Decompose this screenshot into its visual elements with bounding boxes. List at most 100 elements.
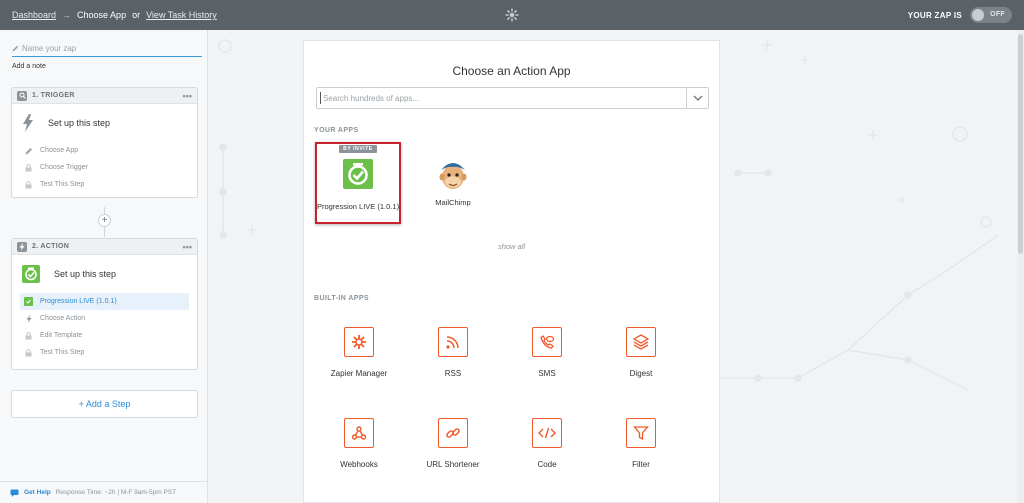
view-task-history-link[interactable]: View Task History: [146, 10, 217, 20]
digest-icon: [626, 327, 656, 357]
add-step-button[interactable]: + Add a Step: [11, 390, 198, 418]
builtin-label: Webhooks: [340, 460, 378, 469]
builtin-tile-code[interactable]: Code: [507, 418, 587, 478]
builtin-tile-sms[interactable]: SMS: [507, 327, 587, 387]
lightning-icon: [23, 114, 33, 132]
lock-icon: [24, 180, 33, 189]
help-bar: Get Help Response Time: ~2h | M-F 9am-5p…: [0, 481, 208, 503]
builtin-label: URL Shortener: [426, 460, 480, 469]
mailchimp-icon: [437, 158, 469, 190]
trigger-setup-label: Set up this step: [48, 118, 111, 128]
builtin-label: RSS: [444, 369, 462, 378]
your-apps-label: YOUR APPS: [314, 127, 359, 134]
trigger-step-card: 1. TRIGGER ••• Set up this step Choose A…: [11, 87, 198, 198]
action-step-header[interactable]: 2. ACTION •••: [12, 239, 197, 255]
breadcrumb-arrow: →: [62, 10, 72, 20]
sms-icon: [532, 327, 562, 357]
chat-icon: [10, 489, 19, 497]
top-bar: Dashboard → Choose App or View Task Hist…: [0, 0, 1024, 30]
lightning-small-icon: [24, 314, 33, 323]
action-step-card: 2. ACTION ••• Set up this step Progressi…: [11, 238, 198, 370]
panel-title: Choose an Action App: [452, 64, 571, 78]
toggle-knob: [972, 9, 984, 21]
zap-name-placeholder: Name your zap: [22, 44, 77, 53]
url-shortener-icon: [438, 418, 468, 448]
progression-app-icon: [22, 265, 40, 283]
pencil-icon: [12, 45, 19, 52]
trigger-choose-trigger[interactable]: Choose Trigger: [12, 159, 197, 176]
search-dropdown-button[interactable]: [686, 88, 708, 108]
builtin-label: Digest: [629, 369, 653, 378]
trigger-test-step[interactable]: Test This Step: [12, 176, 197, 193]
builtin-tile-webhooks[interactable]: Webhooks: [319, 418, 399, 478]
trigger-row-label: Test This Step: [40, 181, 85, 188]
trigger-row-label: Choose Trigger: [40, 164, 88, 171]
gear-icon: [505, 8, 519, 22]
action-edit-template[interactable]: Edit Template: [12, 327, 197, 344]
builtin-label: Zapier Manager: [330, 369, 388, 378]
action-test-step[interactable]: Test This Step: [12, 344, 197, 361]
lock-icon: [24, 348, 33, 357]
trigger-more-icon[interactable]: •••: [183, 91, 192, 101]
lock-icon: [24, 331, 33, 340]
trigger-badge-icon: [17, 90, 27, 101]
progression-check-icon: [342, 158, 374, 190]
breadcrumb: Dashboard → Choose App or View Task Hist…: [12, 10, 217, 20]
trigger-choose-app[interactable]: Choose App: [12, 142, 197, 159]
builtin-tile-digest[interactable]: Digest: [601, 327, 681, 387]
scrollbar-thumb[interactable]: [1018, 34, 1023, 254]
show-all-link[interactable]: show all: [304, 242, 719, 251]
response-time-text: Response Time: ~2h | M-F 9am-5pm PST: [55, 489, 177, 496]
trigger-step-title: 1. TRIGGER: [32, 92, 75, 99]
zap-status-label: YOUR ZAP IS: [907, 10, 962, 20]
action-badge-icon: [17, 241, 27, 252]
zap-toggle[interactable]: OFF: [970, 7, 1012, 23]
lock-icon: [24, 163, 33, 172]
trigger-row-label: Choose App: [40, 147, 79, 154]
app-search: [316, 87, 709, 109]
builtin-label: Filter: [632, 460, 650, 469]
filter-icon: [626, 418, 656, 448]
trigger-setup[interactable]: Set up this step: [12, 104, 197, 142]
app-tile-mailchimp[interactable]: MailChimp: [410, 142, 496, 224]
webhooks-icon: [344, 418, 374, 448]
builtin-tile-zapier-manager[interactable]: Zapier Manager: [319, 327, 399, 387]
action-setup[interactable]: Set up this step: [12, 255, 197, 293]
dashboard-link[interactable]: Dashboard: [12, 10, 56, 20]
breadcrumb-current: Choose App: [77, 10, 127, 20]
chevron-down-icon: [693, 95, 702, 101]
app-search-input[interactable]: [320, 92, 686, 104]
choose-app-panel: Choose an Action App YOUR APPS BY INVITE…: [303, 40, 720, 503]
action-more-icon[interactable]: •••: [183, 242, 192, 252]
add-note-link[interactable]: Add a note: [12, 63, 46, 70]
builtin-label: Code: [537, 460, 557, 469]
pencil-icon: [24, 146, 33, 155]
builtin-tile-rss[interactable]: RSS: [413, 327, 493, 387]
action-choose-action[interactable]: Choose Action: [12, 310, 197, 327]
builtin-tile-url-shortener[interactable]: URL Shortener: [413, 418, 493, 478]
by-invite-badge: BY INVITE: [339, 145, 377, 153]
toggle-label: OFF: [990, 11, 1005, 18]
action-row-label: Choose Action: [40, 315, 86, 322]
progression-small-icon: [24, 297, 33, 306]
page-scrollbar[interactable]: [1017, 30, 1024, 503]
action-row-label: Test This Step: [40, 349, 85, 356]
action-row-label: Edit Template: [40, 332, 83, 339]
breadcrumb-or: or: [132, 10, 141, 20]
zap-name-field[interactable]: Name your zap: [12, 44, 202, 57]
code-icon: [532, 418, 562, 448]
get-help-link[interactable]: Get Help: [24, 489, 51, 496]
rss-icon: [438, 327, 468, 357]
action-active-label: Progression LIVE (1.0.1): [40, 298, 117, 305]
action-chosen-app[interactable]: Progression LIVE (1.0.1): [20, 293, 189, 310]
sidebar: Name your zap Add a note 1. TRIGGER ••• …: [0, 30, 208, 503]
zapier-manager-icon: [344, 327, 374, 357]
builtin-tile-filter[interactable]: Filter: [601, 418, 681, 478]
trigger-step-header[interactable]: 1. TRIGGER •••: [12, 88, 197, 104]
builtin-label: SMS: [538, 369, 556, 378]
zap-status: YOUR ZAP IS OFF: [908, 7, 1012, 23]
app-tile-progression-live[interactable]: BY INVITE Progression LIVE (1.0.1): [315, 142, 401, 224]
insert-step-button[interactable]: +: [98, 214, 111, 227]
app-label: Progression LIVE (1.0.1): [316, 202, 400, 211]
action-setup-label: Set up this step: [54, 269, 117, 279]
